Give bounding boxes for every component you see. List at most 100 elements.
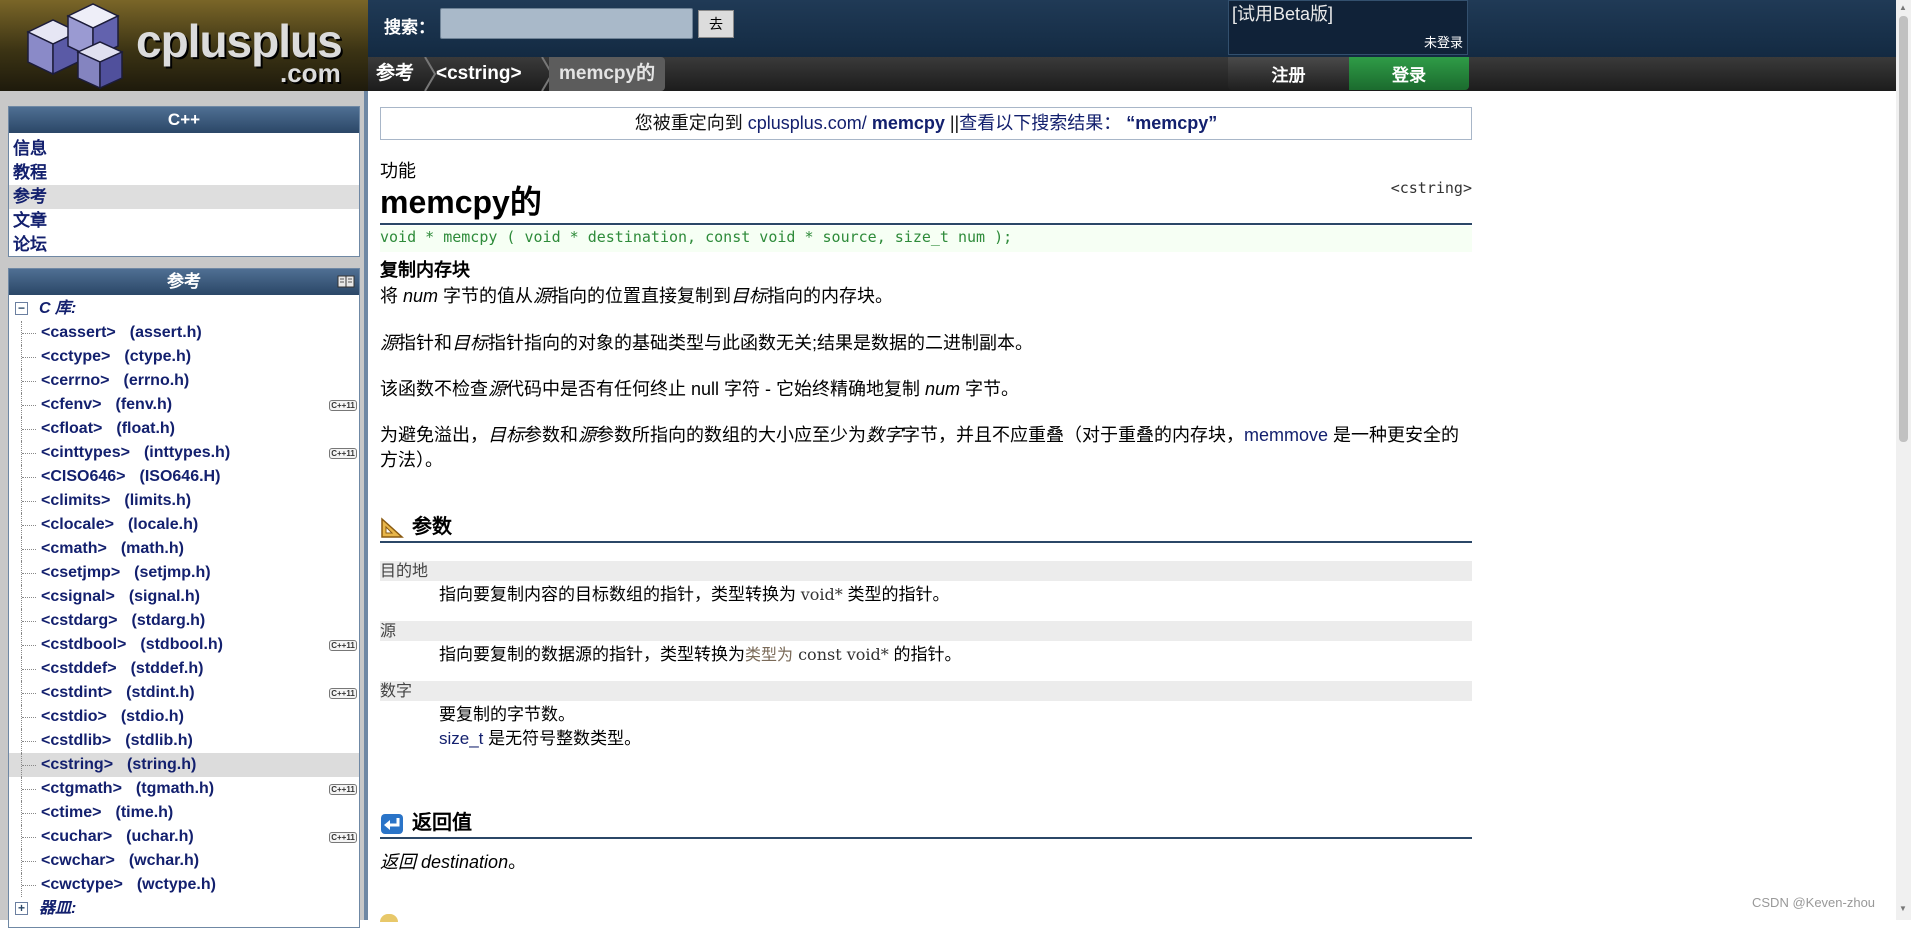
header-reference[interactable]: <cstring> (1391, 179, 1472, 197)
sidebar-item-info[interactable]: 信息 (9, 137, 359, 161)
param-ref: num (925, 379, 961, 399)
c-library-label: C 库: (39, 300, 77, 317)
tree-branch (21, 681, 37, 705)
library-header-name: <climits> (41, 492, 111, 509)
redirect-site-link[interactable]: cplusplus.com/ (748, 113, 872, 133)
short-description: 复制内存块 (380, 260, 470, 280)
library-c-header-name: (uchar.h) (126, 828, 194, 845)
sidebar-item-reference[interactable]: 参考 (9, 185, 359, 209)
return-value-title: 返回值 (412, 812, 472, 834)
library-header-name: <csetjmp> (41, 564, 121, 581)
library-item[interactable]: <cctype> (ctype.h) (9, 345, 359, 369)
library-c-header-name: (stddef.h) (130, 660, 204, 677)
scroll-down-icon[interactable]: ▼ (1899, 904, 1907, 913)
return-value-section-header: 返回值 (380, 809, 1472, 839)
redirect-prefix: 您被重定向到 (634, 113, 748, 133)
library-item[interactable]: <cfenv> (fenv.h) C++11 (9, 393, 359, 417)
tree-branch (21, 441, 37, 465)
collapse-icon[interactable]: − (15, 302, 28, 315)
library-item[interactable]: <cstdbool> (stdbool.h) C++11 (9, 633, 359, 657)
library-item[interactable]: <cstring> (string.h) (9, 753, 359, 777)
library-item[interactable]: <climits> (limits.h) (9, 489, 359, 513)
library-item[interactable]: <cstddef> (stddef.h) (9, 657, 359, 681)
library-item[interactable]: <cstdlib> (stdlib.h) (9, 729, 359, 753)
library-header-name: <cwctype> (41, 876, 123, 893)
search-input[interactable] (440, 8, 693, 39)
library-header-name: <cmath> (41, 540, 107, 557)
text: 指向的位置直接复制到 (551, 286, 732, 306)
tree-branch (21, 801, 37, 825)
library-list: <cassert> (assert.h) <cctype> (ctype.h) <cer… (9, 321, 359, 897)
param-description-note: size_t 是无符号整数类型。 (439, 727, 641, 751)
login-button[interactable]: 登录 (1349, 57, 1469, 90)
library-c-header-name: (float.h) (116, 420, 176, 437)
library-c-header-name: (inttypes.h) (143, 444, 231, 461)
register-button[interactable]: 注册 (1228, 57, 1349, 90)
library-c-header-name: (setjmp.h) (134, 564, 211, 581)
library-item[interactable]: <cassert> (assert.h) (9, 321, 359, 345)
library-header-name: <ctgmath> (41, 780, 122, 797)
return-arrow-icon (381, 814, 403, 834)
c-library-node[interactable]: − C 库: (9, 297, 359, 321)
scrollbar-thumb[interactable] (1899, 16, 1908, 442)
library-header-name: <cassert> (41, 324, 116, 341)
param-ref: 目标 (731, 286, 768, 306)
redirect-target-link[interactable]: memcpy (872, 113, 945, 133)
tree-branch (21, 561, 37, 585)
library-header-name: <cstring> (41, 756, 114, 773)
library-item[interactable]: <cerrno> (errno.h) (9, 369, 359, 393)
redirect-separator: || (944, 113, 960, 133)
library-item[interactable]: <cwctype> (wctype.h) (9, 873, 359, 897)
beta-link[interactable]: [试用Beta版] (1232, 0, 1333, 26)
library-c-header-name: (ISO646.H) (139, 468, 221, 485)
text: 指向的内存块。 (767, 286, 894, 306)
library-header-name: <cstddef> (41, 660, 117, 677)
tree-branch (21, 753, 37, 777)
sidebar-item-tutorials[interactable]: 教程 (9, 161, 359, 185)
search-button[interactable]: 去 (698, 10, 734, 38)
memmove-link[interactable]: memmove (1244, 425, 1328, 445)
param-ref: 源 (533, 286, 552, 306)
library-item[interactable]: <cstdio> (stdio.h) (9, 705, 359, 729)
library-item[interactable]: <CISO646> (ISO646.H) (9, 465, 359, 489)
library-item[interactable]: <cinttypes> (inttypes.h) C++11 (9, 441, 359, 465)
library-item[interactable]: <cfloat> (float.h) (9, 417, 359, 441)
text: 。 (508, 852, 527, 872)
tree-branch (21, 873, 37, 897)
library-item[interactable]: <cmath> (math.h) (9, 537, 359, 561)
library-item[interactable]: <csetjmp> (setjmp.h) (9, 561, 359, 585)
search-results-link[interactable]: 查看以下搜索结果： (959, 113, 1121, 133)
expand-icon[interactable]: + (15, 902, 28, 915)
cpp11-badge-icon: C++11 (329, 448, 357, 459)
description-paragraph-1: 将 num 字节的值从源指向的位置直接复制到目标指向的内存块。 (380, 284, 1472, 309)
size-t-link[interactable]: size_t (439, 729, 483, 748)
sidebar-item-forum[interactable]: 论坛 (9, 233, 359, 257)
library-item[interactable]: <cstdarg> (stdarg.h) (9, 609, 359, 633)
site-logo[interactable]: cplusplus .com (0, 0, 368, 91)
param-ref: 源 (380, 333, 398, 353)
breadcrumb-item-reference[interactable]: 参考 (366, 57, 424, 91)
text: 参数所指向的数组的大小应至少为 (596, 425, 866, 445)
param-ref: destination (421, 852, 509, 872)
tree-branch (21, 633, 37, 657)
library-item[interactable]: <cstdint> (stdint.h) C++11 (9, 681, 359, 705)
tree-branch (21, 585, 37, 609)
library-item[interactable]: <csignal> (signal.h) (9, 585, 359, 609)
return-value-description: 返回 destination。 (380, 850, 1472, 875)
scroll-up-icon[interactable]: ▲ (1899, 3, 1907, 12)
library-item[interactable]: <cuchar> (uchar.h) C++11 (9, 825, 359, 849)
containers-label: 器皿: (39, 900, 77, 917)
containers-node[interactable]: + 器皿: (9, 897, 359, 921)
library-item[interactable]: <ctgmath> (tgmath.h) C++11 (9, 777, 359, 801)
library-item[interactable]: <clocale> (locale.h) (9, 513, 359, 537)
breadcrumb-item-cstring[interactable]: <cstring> (426, 57, 532, 91)
library-c-header-name: (time.h) (115, 804, 174, 821)
library-c-header-name: (fenv.h) (115, 396, 173, 413)
book-icon[interactable] (337, 274, 355, 289)
library-item[interactable]: <cwchar> (wchar.h) (9, 849, 359, 873)
tree-branch (21, 609, 37, 633)
sidebar-item-articles[interactable]: 文章 (9, 209, 359, 233)
param-name-destination: 目的地 (380, 561, 1472, 581)
library-item[interactable]: <ctime> (time.h) (9, 801, 359, 825)
library-header-name: <cstdlib> (41, 732, 112, 749)
